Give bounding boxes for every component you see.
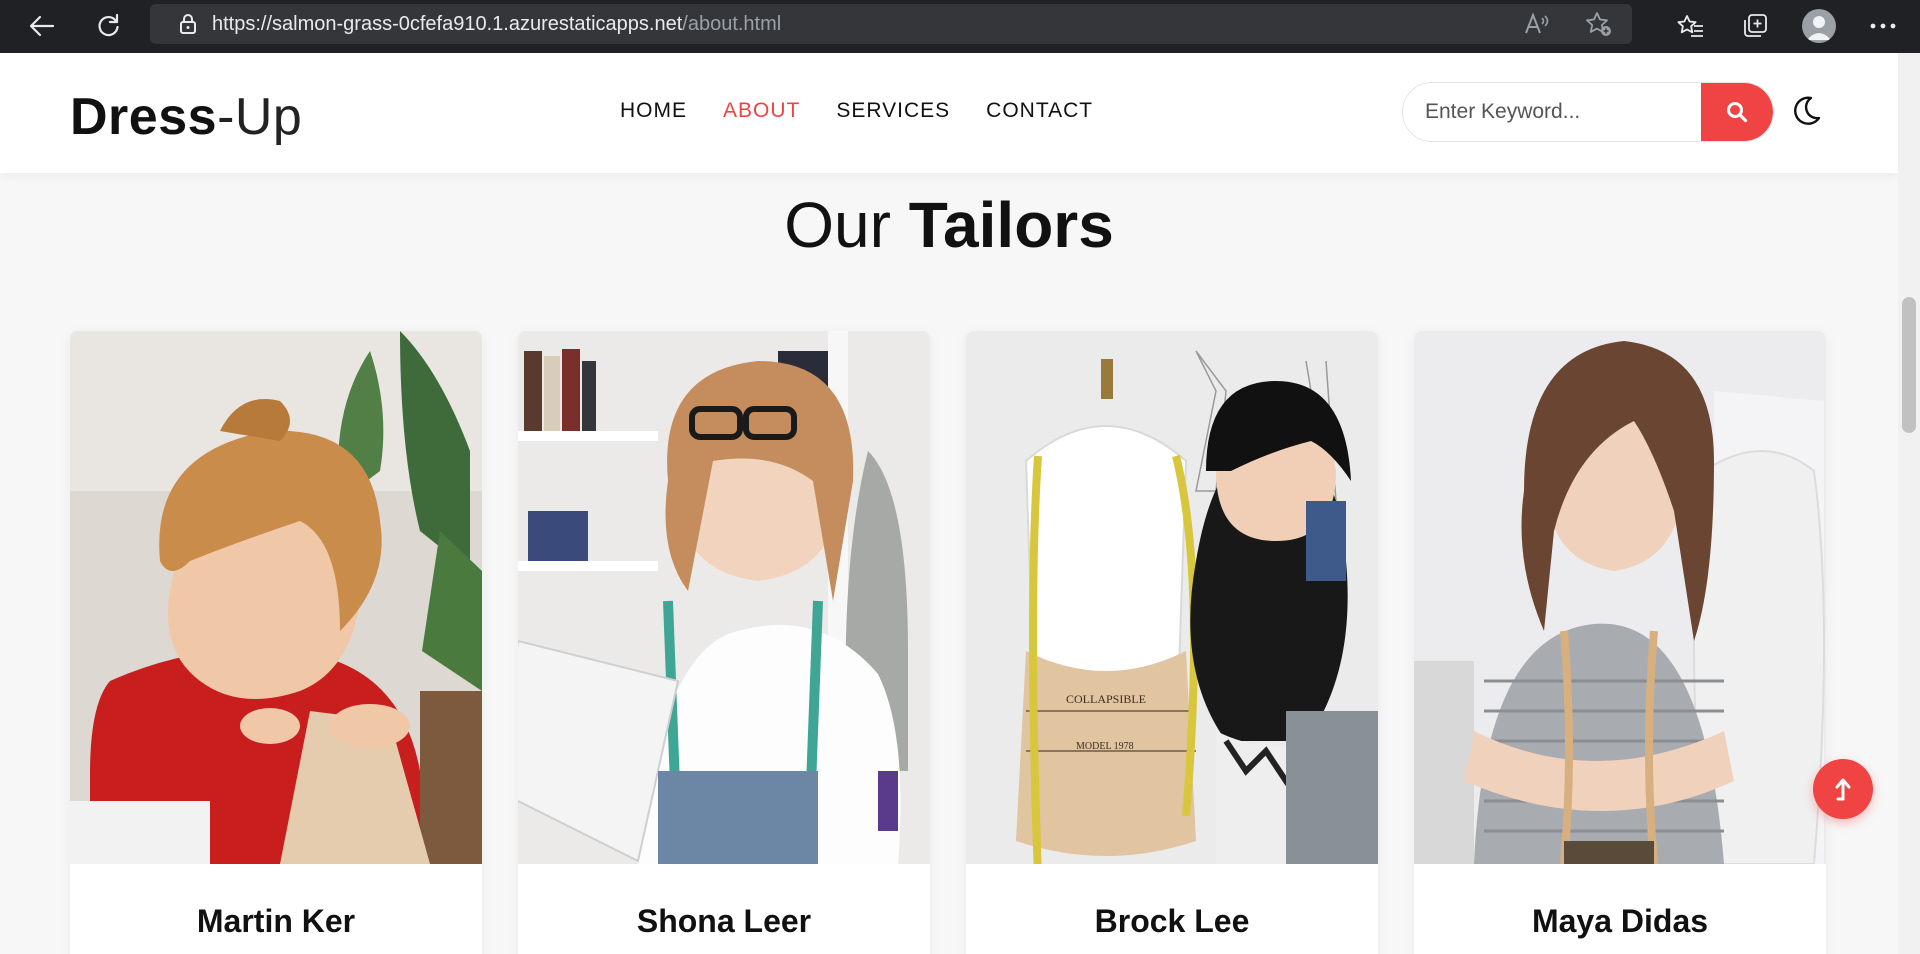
tailor-photo [70, 331, 482, 864]
page-scrollbar[interactable] [1898, 53, 1920, 954]
favorites-icon[interactable] [1674, 9, 1708, 43]
read-aloud-icon[interactable] [1520, 7, 1554, 41]
search-input[interactable] [1425, 83, 1685, 141]
title-light: Our [784, 189, 891, 261]
tailor-photo [518, 331, 930, 864]
tailor-card[interactable]: Shona Leer MASTER TAILOR [518, 331, 930, 954]
dark-mode-toggle[interactable] [1786, 91, 1826, 131]
add-favorite-icon[interactable] [1582, 7, 1616, 41]
tailor-name: Martin Ker [196, 903, 356, 939]
nav-home[interactable]: HOME [620, 99, 687, 123]
mannequin-label: COLLAPSIBLE [1066, 692, 1146, 706]
back-arrow-icon [29, 15, 55, 37]
address-bar[interactable]: https://salmon-grass-0cfefa910.1.azurest… [150, 4, 1632, 44]
section-title: Our Tailors [0, 188, 1898, 262]
back-to-top-button[interactable] [1813, 759, 1873, 819]
collections-icon[interactable] [1738, 9, 1772, 43]
nav-services[interactable]: SERVICES [836, 99, 950, 123]
search-icon [1727, 102, 1748, 123]
url-text: https://salmon-grass-0cfefa910.1.azurest… [212, 13, 781, 36]
title-bold: Tailors [908, 189, 1114, 261]
site-header: Dress-Up HOME ABOUT SERVICES CONTACT [0, 53, 1898, 173]
more-menu-icon[interactable] [1866, 9, 1900, 43]
url-host: https://salmon-grass-0cfefa910.1.azurest… [212, 12, 683, 35]
moon-icon [1794, 96, 1821, 125]
tailor-photo [1414, 331, 1826, 864]
tailor-card[interactable]: COLLAPSIBLE MODEL 1978 Brock Lee TAILOR [966, 331, 1378, 954]
tailor-name: Shona Leer [636, 903, 812, 939]
nav-contact[interactable]: CONTACT [986, 99, 1093, 123]
page-viewport: Dress-Up HOME ABOUT SERVICES CONTACT Our… [0, 53, 1898, 954]
logo-bold: Dress [70, 88, 218, 146]
back-button[interactable] [22, 6, 62, 46]
url-path: /about.html [682, 12, 782, 35]
reload-button[interactable] [88, 6, 128, 46]
tailor-photo: COLLAPSIBLE MODEL 1978 [966, 331, 1378, 864]
tailor-name: Maya Didas [1531, 903, 1709, 939]
tailor-cards: Martin Ker TAILOR [70, 331, 1826, 954]
mannequin-model: MODEL 1978 [1076, 741, 1134, 752]
profile-avatar-icon[interactable] [1802, 9, 1836, 43]
lock-icon[interactable] [168, 4, 208, 44]
search-button[interactable] [1701, 83, 1773, 141]
scrollbar-thumb[interactable] [1902, 297, 1916, 433]
tailor-card[interactable]: Maya Didas MASTER TAILOR [1414, 331, 1826, 954]
tailor-card[interactable]: Martin Ker TAILOR [70, 331, 482, 954]
arrow-up-icon [1835, 778, 1851, 801]
site-logo[interactable]: Dress-Up [70, 87, 302, 147]
main-nav: HOME ABOUT SERVICES CONTACT [620, 99, 1093, 123]
tailor-name: Brock Lee [1094, 903, 1250, 939]
reload-icon [98, 13, 119, 37]
nav-about[interactable]: ABOUT [723, 99, 800, 123]
logo-rest: -Up [217, 88, 303, 146]
search-form [1402, 82, 1774, 142]
browser-toolbar: https://salmon-grass-0cfefa910.1.azurest… [0, 0, 1920, 53]
